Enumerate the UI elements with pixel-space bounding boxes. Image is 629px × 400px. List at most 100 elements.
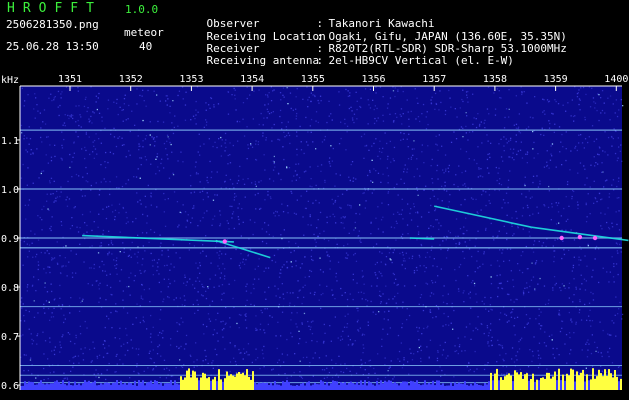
noise-pixel: [295, 260, 297, 262]
noise-pixel: [442, 240, 444, 242]
noise-pixel: [488, 310, 490, 312]
noise-pixel: [620, 99, 622, 101]
intensity-bar: [176, 383, 178, 390]
noise-pixel: [445, 257, 448, 259]
noise-pixel: [548, 167, 550, 169]
intensity-bar: [198, 380, 200, 390]
noise-pixel: [71, 217, 73, 219]
noise-pixel: [80, 301, 82, 304]
noise-pixel: [579, 300, 581, 303]
noise-pixel: [395, 278, 397, 280]
noise-pixel: [436, 265, 438, 268]
noise-pixel: [426, 346, 428, 348]
noise-pixel: [289, 292, 291, 294]
noise-pixel: [426, 327, 428, 329]
noise-pixel: [307, 320, 309, 323]
noise-pixel: [177, 160, 179, 162]
noise-pixel: [414, 285, 416, 287]
noise-pixel: [199, 154, 201, 156]
intensity-bar: [132, 385, 134, 390]
noise-pixel: [123, 144, 125, 146]
noise-pixel: [469, 297, 471, 299]
noise-pixel: [174, 115, 176, 117]
noise-pixel: [394, 295, 396, 298]
intensity-bar: [160, 382, 162, 390]
noise-pixel: [98, 354, 101, 356]
noise-pixel: [50, 283, 52, 285]
noise-pixel: [543, 134, 545, 136]
noise-pixel: [114, 216, 116, 218]
noise-pixel: [511, 311, 513, 313]
noise-pixel: [129, 154, 131, 156]
noise-pixel: [296, 131, 298, 133]
noise-pixel: [21, 307, 23, 309]
intensity-bar: [222, 381, 224, 390]
noise-pixel: [295, 115, 298, 117]
noise-pixel: [239, 165, 241, 168]
noise-pixel: [329, 325, 331, 327]
noise-pixel: [40, 172, 42, 175]
noise-pixel: [29, 359, 32, 361]
noise-pixel: [323, 377, 326, 379]
noise-pixel: [272, 169, 275, 171]
noise-pixel: [304, 256, 306, 258]
noise-pixel: [203, 126, 205, 128]
noise-pixel: [221, 139, 223, 141]
intensity-bar: [358, 384, 360, 390]
noise-pixel: [296, 112, 298, 115]
noise-pixel: [420, 357, 422, 360]
noise-pixel: [156, 269, 158, 272]
noise-pixel: [22, 303, 24, 305]
noise-pixel: [375, 274, 377, 276]
noise-pixel: [69, 227, 72, 230]
noise-pixel: [59, 195, 61, 198]
noise-pixel: [30, 230, 32, 232]
noise-pixel: [401, 123, 403, 125]
noise-pixel: [116, 273, 118, 275]
noise-pixel: [142, 298, 144, 300]
noise-pixel: [524, 326, 526, 329]
noise-pixel: [286, 291, 288, 294]
noise-pixel: [437, 178, 439, 180]
noise-pixel: [281, 128, 283, 130]
noise-pixel: [391, 261, 393, 264]
noise-pixel: [315, 184, 317, 187]
noise-pixel: [583, 147, 585, 149]
noise-pixel: [537, 283, 539, 285]
intensity-bar: [190, 377, 192, 390]
intensity-bar: [540, 378, 542, 390]
noise-pixel: [352, 273, 354, 275]
noise-pixel: [307, 144, 309, 146]
noise-pixel: [476, 368, 478, 370]
noise-pixel: [139, 269, 141, 272]
noise-pixel: [87, 181, 89, 183]
noise-pixel: [474, 271, 476, 273]
noise-pixel: [64, 377, 66, 379]
noise-pixel: [257, 143, 259, 146]
noise-pixel: [157, 266, 159, 268]
noise-pixel: [396, 183, 398, 185]
y-tick-label: 1.1: [1, 136, 19, 147]
noise-pixel: [198, 133, 200, 135]
noise-pixel: [115, 260, 117, 262]
noise-pixel: [211, 362, 213, 364]
noise-pixel: [169, 282, 171, 285]
noise-pixel: [63, 122, 66, 124]
noise-pixel: [519, 149, 522, 151]
noise-pixel: [553, 357, 556, 359]
noise-pixel: [66, 378, 69, 380]
noise-pixel: [63, 321, 65, 324]
noise-pixel: [219, 223, 222, 225]
x-tick-label: 1356: [362, 74, 386, 85]
noise-pixel: [47, 307, 50, 310]
noise-pixel: [443, 285, 445, 287]
noise-pixel: [368, 149, 370, 151]
noise-pixel: [23, 354, 25, 356]
noise-pixel: [147, 184, 149, 187]
noise-pixel: [558, 126, 561, 128]
noise-pixel: [545, 245, 547, 248]
intensity-bar: [384, 380, 386, 390]
noise-pixel: [537, 212, 540, 214]
noise-pixel: [396, 307, 398, 309]
noise-pixel: [415, 118, 417, 120]
